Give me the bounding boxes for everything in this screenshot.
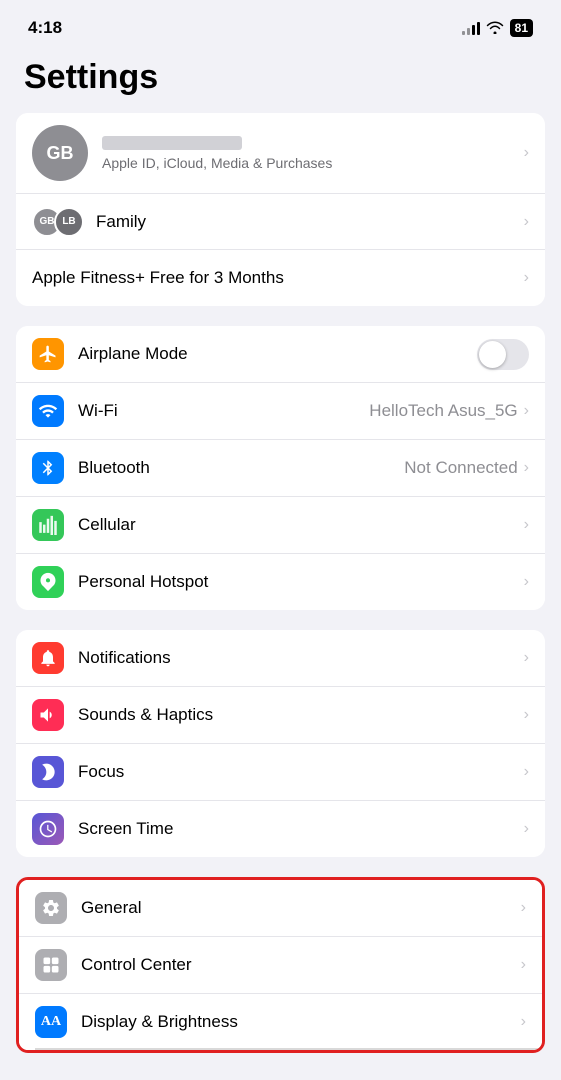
focus-icon	[32, 756, 64, 788]
hotspot-row[interactable]: Personal Hotspot ›	[16, 554, 545, 610]
display-label: Display & Brightness	[81, 1012, 521, 1032]
general-icon	[35, 892, 67, 924]
controlcenter-row[interactable]: Control Center ›	[19, 937, 542, 994]
sounds-row[interactable]: Sounds & Haptics ›	[16, 687, 545, 744]
status-icons: 81	[462, 19, 533, 37]
airplane-mode-toggle[interactable]	[477, 339, 529, 370]
status-bar: 4:18 81	[0, 0, 561, 50]
notifications-row[interactable]: Notifications ›	[16, 630, 545, 687]
bluetooth-value: Not Connected	[404, 458, 517, 478]
controlcenter-chevron: ›	[521, 956, 526, 974]
display-chevron: ›	[521, 1013, 526, 1031]
fitness-label: Apple Fitness+ Free for 3 Months	[32, 268, 524, 288]
apple-id-row[interactable]: GB Apple ID, iCloud, Media & Purchases ›	[16, 113, 545, 194]
screentime-row[interactable]: Screen Time ›	[16, 801, 545, 857]
notif-card: Notifications › Sounds & Haptics › Focus…	[16, 630, 545, 857]
notifications-chevron: ›	[524, 649, 529, 667]
apple-id-subtitle: Apple ID, iCloud, Media & Purchases	[102, 155, 524, 171]
cellular-icon	[32, 509, 64, 541]
hotspot-chevron: ›	[524, 573, 529, 591]
airplane-mode-row[interactable]: Airplane Mode	[16, 326, 545, 383]
system-card: General › Control Center › AA Display & …	[16, 877, 545, 1053]
apple-id-chevron: ›	[524, 144, 529, 162]
screentime-icon	[32, 813, 64, 845]
signal-icon	[462, 21, 480, 35]
controlcenter-label: Control Center	[81, 955, 521, 975]
wifi-row[interactable]: Wi-Fi HelloTech Asus_5G ›	[16, 383, 545, 440]
wifi-status-icon	[486, 20, 504, 37]
family-label: Family	[96, 212, 524, 232]
battery-indicator: 81	[510, 19, 533, 37]
notifications-label: Notifications	[78, 648, 524, 668]
fitness-row[interactable]: Apple Fitness+ Free for 3 Months ›	[16, 250, 545, 306]
general-row[interactable]: General ›	[19, 880, 542, 937]
wifi-chevron: ›	[524, 402, 529, 420]
bluetooth-row[interactable]: Bluetooth Not Connected ›	[16, 440, 545, 497]
bluetooth-icon	[32, 452, 64, 484]
airplane-mode-label: Airplane Mode	[78, 344, 477, 364]
hotspot-icon	[32, 566, 64, 598]
general-label: General	[81, 898, 521, 918]
profile-card: GB Apple ID, iCloud, Media & Purchases ›…	[16, 113, 545, 306]
hotspot-label: Personal Hotspot	[78, 572, 524, 592]
display-icon: AA	[35, 1006, 67, 1038]
cellular-row[interactable]: Cellular ›	[16, 497, 545, 554]
network-card: Airplane Mode Wi-Fi HelloTech Asus_5G › …	[16, 326, 545, 610]
status-time: 4:18	[28, 18, 62, 38]
profile-name-blurred	[102, 136, 242, 150]
family-avatar-lb: LB	[54, 207, 84, 237]
wifi-icon	[32, 395, 64, 427]
sounds-chevron: ›	[524, 706, 529, 724]
wifi-label: Wi-Fi	[78, 401, 369, 421]
wifi-value: HelloTech Asus_5G	[369, 401, 517, 421]
controlcenter-icon	[35, 949, 67, 981]
general-chevron: ›	[521, 899, 526, 917]
focus-chevron: ›	[524, 763, 529, 781]
family-row[interactable]: GB LB Family ›	[16, 194, 545, 250]
display-row[interactable]: AA Display & Brightness ›	[19, 994, 542, 1050]
airplane-mode-icon	[32, 338, 64, 370]
cellular-chevron: ›	[524, 516, 529, 534]
bluetooth-label: Bluetooth	[78, 458, 404, 478]
sounds-icon	[32, 699, 64, 731]
sounds-label: Sounds & Haptics	[78, 705, 524, 725]
bluetooth-chevron: ›	[524, 459, 529, 477]
focus-row[interactable]: Focus ›	[16, 744, 545, 801]
family-avatars: GB LB	[32, 207, 84, 237]
cellular-label: Cellular	[78, 515, 524, 535]
fitness-chevron: ›	[524, 269, 529, 287]
toggle-thumb	[479, 341, 506, 368]
screentime-chevron: ›	[524, 820, 529, 838]
profile-info: Apple ID, iCloud, Media & Purchases	[102, 136, 524, 171]
screentime-label: Screen Time	[78, 819, 524, 839]
avatar: GB	[32, 125, 88, 181]
page-title: Settings	[0, 50, 561, 113]
family-chevron: ›	[524, 213, 529, 231]
focus-label: Focus	[78, 762, 524, 782]
notifications-icon	[32, 642, 64, 674]
